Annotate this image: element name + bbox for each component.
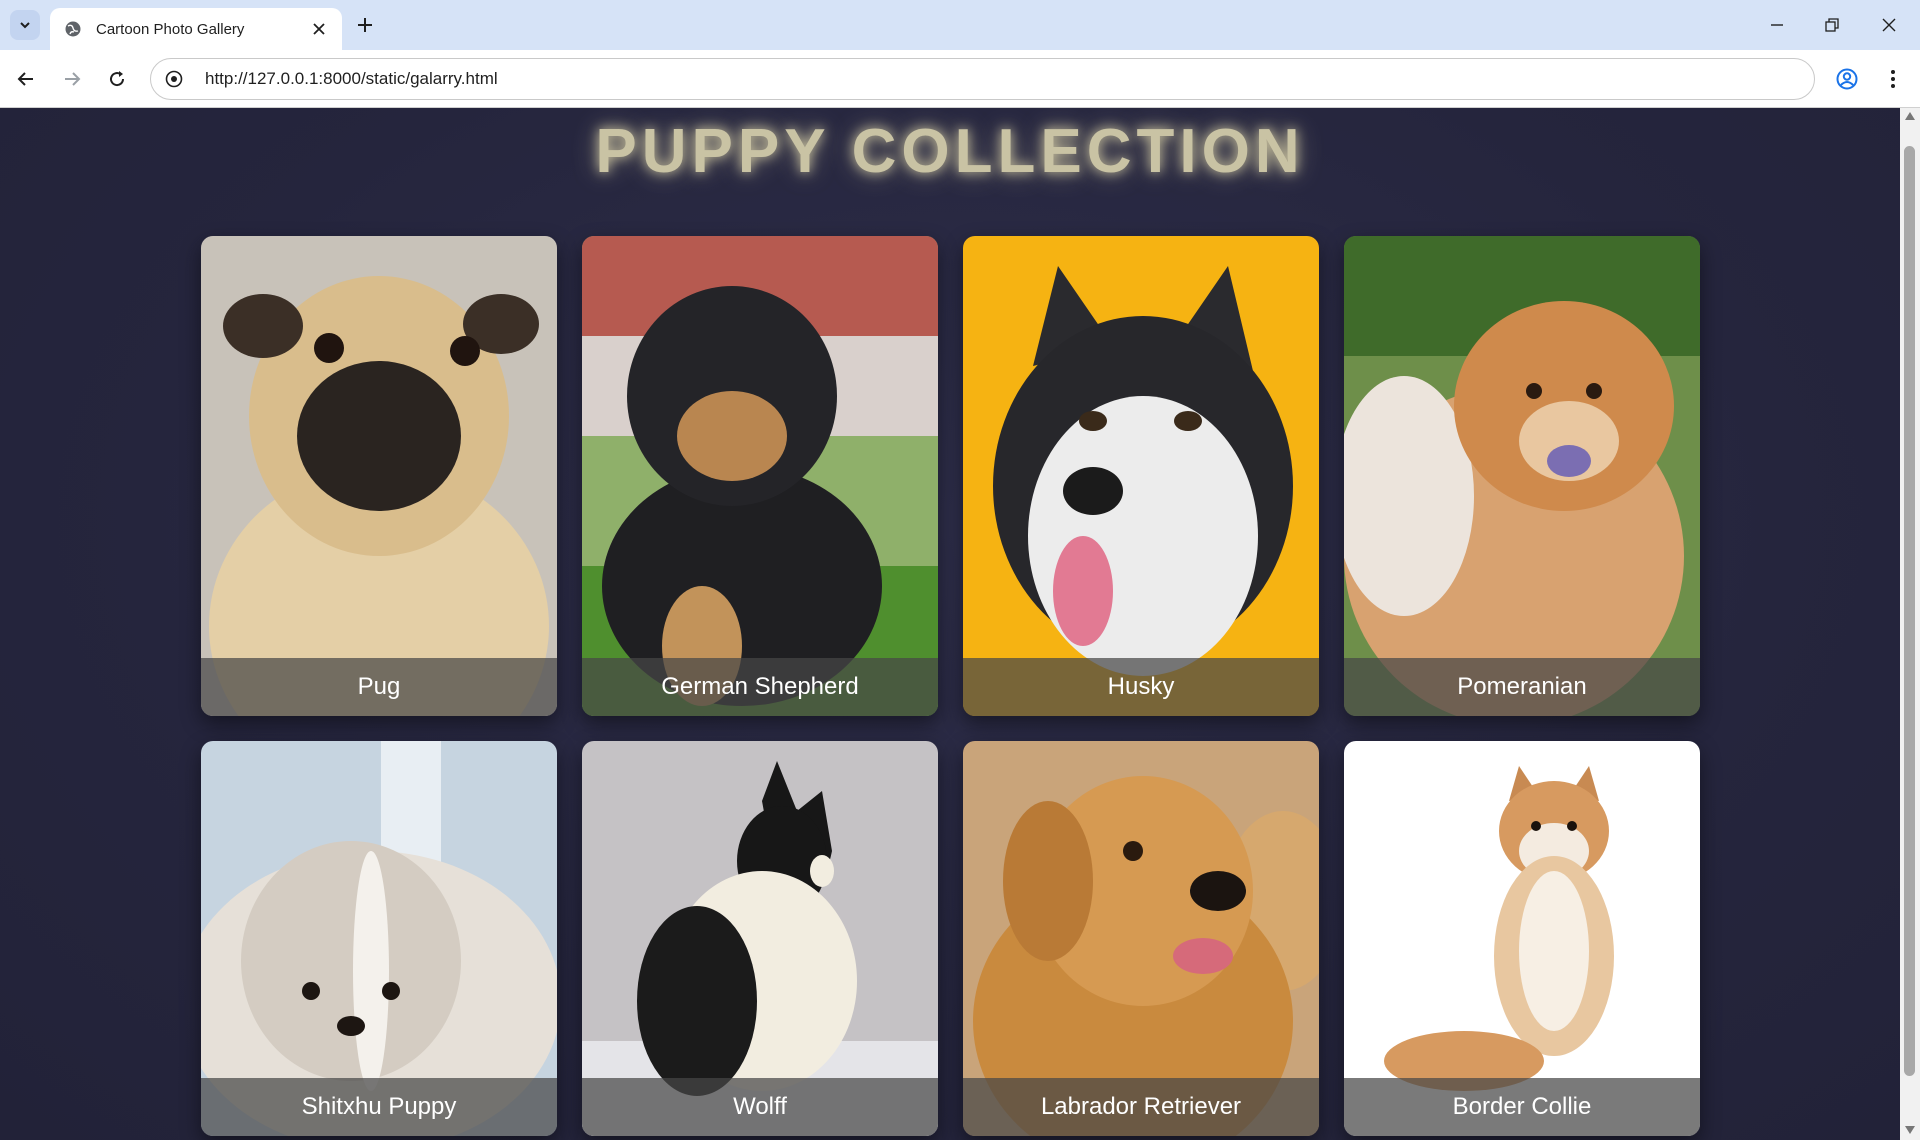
gallery-card-shitxhu-puppy[interactable]: Shitxhu Puppy [201, 741, 557, 1136]
forward-button[interactable] [56, 63, 88, 95]
address-bar[interactable] [150, 58, 1815, 100]
tab-title: Cartoon Photo Gallery [96, 20, 245, 38]
pug-photo [201, 236, 557, 716]
close-icon[interactable] [308, 18, 330, 40]
back-button[interactable] [10, 63, 42, 95]
wolff-photo [582, 741, 938, 1136]
browser-tab-bar: Cartoon Photo Gallery [0, 0, 1920, 50]
window-close-button[interactable] [1872, 8, 1906, 42]
gallery-card-german-shepherd[interactable]: German Shepherd [582, 236, 938, 716]
new-tab-button[interactable] [350, 10, 380, 40]
gallery-card-wolff[interactable]: Wolff [582, 741, 938, 1136]
vertical-scrollbar[interactable] [1900, 108, 1920, 1140]
gallery-card-labrador-retriever[interactable]: Labrador Retriever [963, 741, 1319, 1136]
close-icon [1882, 18, 1896, 32]
minimize-icon [1771, 24, 1783, 26]
reload-icon [110, 71, 125, 87]
card-caption: Border Collie [1344, 1078, 1700, 1136]
pomeranian-photo [1344, 236, 1700, 716]
arrow-left-icon [17, 72, 33, 86]
minimize-button[interactable] [1760, 8, 1794, 42]
german-shepherd-photo [582, 236, 938, 716]
browser-tab[interactable]: Cartoon Photo Gallery [50, 8, 342, 50]
tab-list-button[interactable] [10, 10, 40, 40]
url-input[interactable] [203, 68, 1814, 90]
card-caption: Pug [201, 658, 557, 716]
scroll-up-arrow-icon[interactable] [1905, 112, 1915, 120]
restore-button[interactable] [1815, 8, 1849, 42]
card-caption: Shitxhu Puppy [201, 1078, 557, 1136]
labrador-retriever-photo [963, 741, 1319, 1136]
husky-photo [963, 236, 1319, 716]
browser-toolbar [0, 50, 1920, 108]
gallery-card-husky[interactable]: Husky [963, 236, 1319, 716]
chevron-down-icon [20, 22, 30, 29]
plus-icon [358, 18, 372, 32]
profile-icon [1836, 68, 1858, 90]
profile-button[interactable] [1831, 63, 1863, 95]
site-info-icon[interactable] [163, 68, 185, 90]
globe-icon [64, 20, 82, 38]
shitxhu-puppy-photo [201, 741, 557, 1136]
scroll-down-arrow-icon[interactable] [1905, 1126, 1915, 1134]
gallery-card-pomeranian[interactable]: Pomeranian [1344, 236, 1700, 716]
gallery-card-border-collie[interactable]: Border Collie [1344, 741, 1700, 1136]
card-caption: Pomeranian [1344, 658, 1700, 716]
scrollbar-thumb[interactable] [1904, 146, 1915, 1076]
card-caption: Wolff [582, 1078, 938, 1136]
reload-button[interactable] [101, 63, 133, 95]
gallery-card-pug[interactable]: Pug [201, 236, 557, 716]
card-caption: Labrador Retriever [963, 1078, 1319, 1136]
page-viewport: PUPPY COLLECTION Pug German Shepherd Hus… [0, 108, 1920, 1140]
restore-icon [1825, 18, 1839, 32]
browser-menu-button[interactable] [1877, 63, 1909, 95]
border-collie-photo [1344, 741, 1700, 1136]
kebab-menu-icon [1891, 70, 1895, 88]
page-title: PUPPY COLLECTION [595, 117, 1305, 186]
card-caption: German Shepherd [582, 658, 938, 716]
arrow-right-icon [65, 72, 81, 86]
card-caption: Husky [963, 658, 1319, 716]
